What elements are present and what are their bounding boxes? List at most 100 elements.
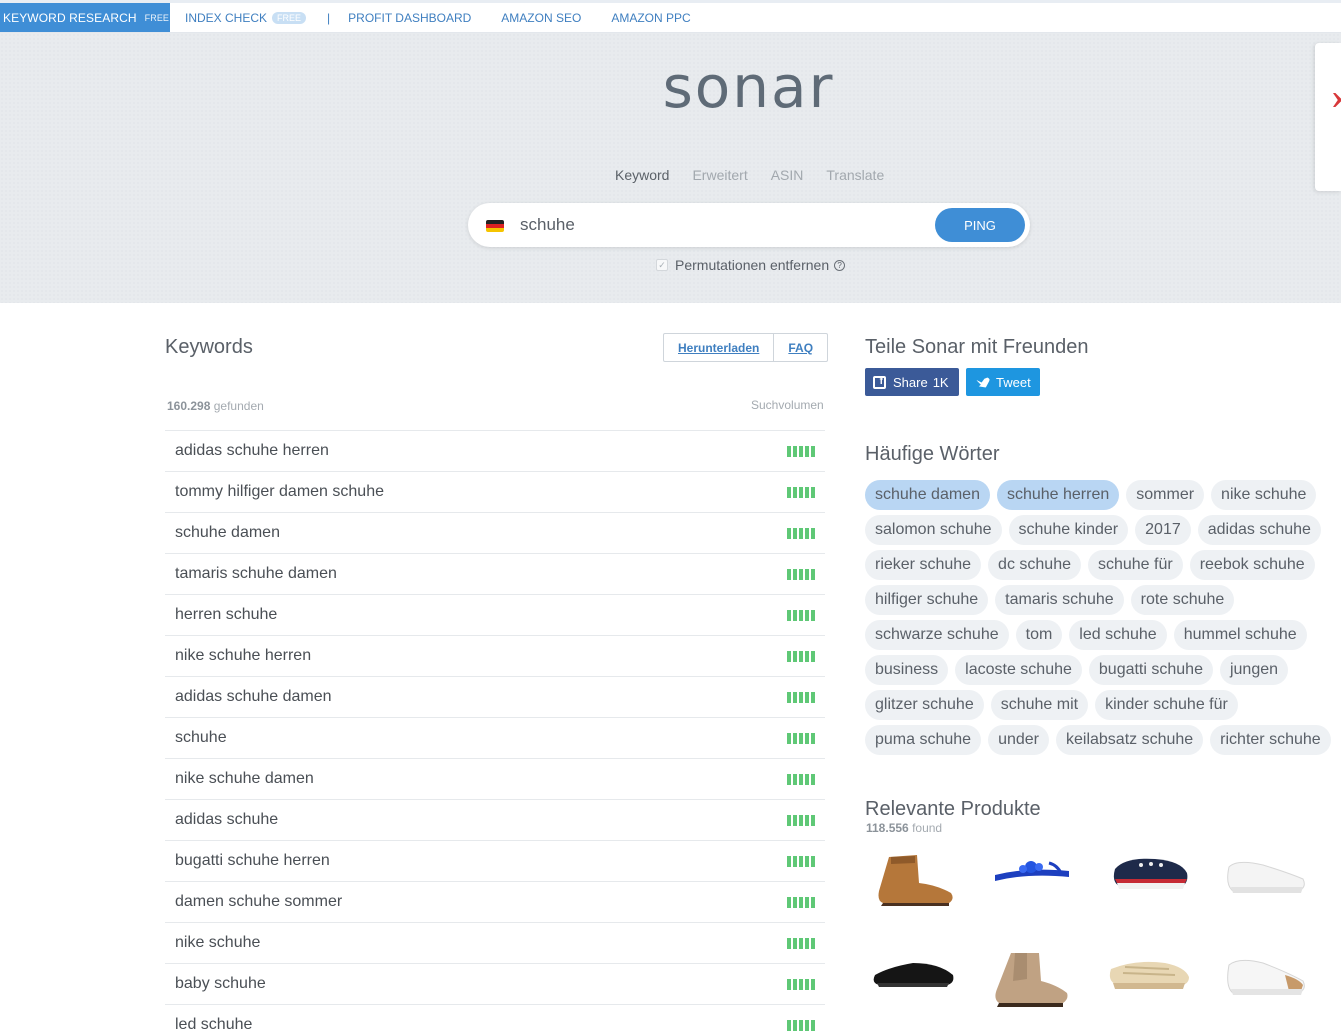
keyword-row[interactable]: nike schuhe — [165, 922, 825, 963]
word-chip[interactable]: hilfiger schuhe — [865, 585, 989, 615]
word-chip[interactable]: sommer — [1126, 480, 1205, 510]
keyword-row[interactable]: schuhe damen — [165, 512, 825, 553]
word-chip[interactable]: schuhe für — [1087, 550, 1183, 580]
facebook-icon: f — [873, 375, 886, 389]
nav-index-check-label: INDEX CHECK — [185, 10, 268, 25]
keyword-row[interactable]: adidas schuhe damen — [165, 676, 825, 717]
facebook-share-button[interactable]: f Share 1K — [865, 368, 959, 396]
keyword-row[interactable]: bugatti schuhe herren — [165, 840, 825, 881]
permutations-label: Permutationen entfernen — [675, 257, 830, 273]
word-chip[interactable]: bugatti schuhe — [1088, 655, 1213, 685]
ping-button[interactable]: PING — [935, 208, 1025, 242]
word-chip[interactable]: reebok schuhe — [1189, 550, 1315, 580]
tweet-button[interactable]: Tweet — [966, 368, 1040, 396]
tab-keyword[interactable]: Keyword — [615, 167, 669, 183]
keyword-row[interactable]: tommy hilfiger damen schuhe — [165, 471, 825, 512]
volume-bars — [787, 568, 815, 580]
nav-amazon-ppc[interactable]: AMAZON PPC — [611, 11, 690, 25]
word-chip[interactable]: under — [988, 725, 1049, 755]
facebook-share-label: Share — [893, 374, 928, 390]
volume-bars — [787, 650, 815, 662]
frequent-words-list: schuhe damen schuhe herren sommer nike schu… — [865, 480, 1335, 755]
word-chip[interactable]: kinder schuhe für — [1095, 690, 1238, 720]
volume-bars — [787, 1019, 815, 1031]
keyword-row[interactable]: baby schuhe — [165, 963, 825, 1004]
word-chip[interactable]: rieker schuhe — [865, 550, 982, 580]
download-button[interactable]: Herunterladen — [664, 334, 775, 361]
keyword-text: tommy hilfiger damen schuhe — [175, 483, 384, 500]
faq-button[interactable]: FAQ — [774, 334, 827, 361]
keyword-row[interactable]: nike schuhe herren — [165, 635, 825, 676]
volume-bars — [787, 732, 815, 744]
product-image-beige-boot[interactable] — [987, 945, 1077, 1015]
word-chip[interactable]: tamaris schuhe — [995, 585, 1124, 615]
volume-bars — [787, 937, 815, 949]
word-chip[interactable]: salomon schuhe — [865, 515, 1002, 545]
word-chip[interactable]: schuhe herren — [996, 480, 1120, 510]
search-bar: PING — [468, 203, 1030, 247]
product-image-brown-boot[interactable] — [869, 845, 959, 915]
free-tag: FREE — [144, 12, 170, 23]
word-chip[interactable]: 2017 — [1135, 515, 1191, 545]
product-image-blue-sandal[interactable] — [987, 845, 1077, 915]
keyword-row[interactable]: adidas schuhe herren — [165, 430, 825, 471]
keyword-row[interactable]: led schuhe — [165, 1004, 825, 1031]
tab-asin[interactable]: ASIN — [771, 167, 804, 183]
keyword-text: bugatti schuhe herren — [175, 852, 330, 869]
products-found: 118.556 found — [866, 821, 942, 835]
keyword-row[interactable]: nike schuhe damen — [165, 758, 825, 799]
word-chip[interactable]: schuhe damen — [865, 480, 990, 510]
permutations-checkbox[interactable]: ✓ — [656, 259, 668, 271]
tab-erweitert[interactable]: Erweitert — [692, 167, 747, 183]
share-title: Teile Sonar mit Freunden — [865, 336, 1089, 358]
keyword-text: baby schuhe — [175, 975, 266, 992]
word-chip[interactable]: dc schuhe — [988, 550, 1081, 580]
tab-translate[interactable]: Translate — [826, 167, 884, 183]
word-chip[interactable]: lacoste schuhe — [955, 655, 1082, 685]
word-chip[interactable]: nike schuhe — [1211, 480, 1317, 510]
search-input[interactable] — [520, 213, 920, 237]
word-chip[interactable]: schuhe kinder — [1008, 515, 1129, 545]
germany-flag-icon[interactable] — [486, 220, 504, 232]
word-chip[interactable]: tom — [1015, 620, 1063, 650]
word-chip[interactable]: puma schuhe — [865, 725, 982, 755]
keywords-found-count: 160.298 — [167, 399, 211, 413]
word-chip[interactable]: richter schuhe — [1210, 725, 1331, 755]
product-image-espadrille[interactable] — [1105, 945, 1195, 1015]
keyword-row[interactable]: adidas schuhe — [165, 799, 825, 840]
nav-keyword-research[interactable]: KEYWORD RESEARCH FREE — [0, 3, 170, 32]
keyword-text: adidas schuhe herren — [175, 442, 329, 459]
product-image-black-oxford[interactable] — [869, 945, 959, 1015]
keyword-text: schuhe — [175, 729, 227, 746]
word-chip[interactable]: keilabsatz schuhe — [1055, 725, 1204, 755]
word-chip[interactable]: rote schuhe — [1130, 585, 1235, 615]
keyword-row[interactable]: schuhe — [165, 717, 825, 758]
product-image-white-sneaker-metallic[interactable] — [1223, 945, 1313, 1015]
keyword-text: herren schuhe — [175, 606, 278, 623]
word-chip[interactable]: led schuhe — [1069, 620, 1167, 650]
product-image-navy-clog[interactable] — [1105, 845, 1195, 915]
nav-amazon-seo[interactable]: AMAZON SEO — [501, 11, 581, 25]
word-chip[interactable]: adidas schuhe — [1197, 515, 1321, 545]
keyword-row[interactable]: damen schuhe sommer — [165, 881, 825, 922]
word-chip[interactable]: schwarze schuhe — [865, 620, 1009, 650]
word-chip[interactable]: glitzer schuhe — [865, 690, 984, 720]
word-chip[interactable]: jungen — [1219, 655, 1289, 685]
product-image-white-sneaker[interactable] — [1223, 845, 1313, 915]
nav-separator: | — [327, 10, 331, 25]
nav-profit-dashboard[interactable]: PROFIT DASHBOARD — [348, 11, 471, 25]
tweet-label: Tweet — [996, 374, 1031, 390]
word-chip[interactable]: schuhe mit — [990, 690, 1089, 720]
hero-section: sonar Keyword Erweitert ASIN Translate P… — [0, 33, 1341, 303]
volume-bars — [787, 691, 815, 703]
sonar-logo: sonar — [662, 53, 835, 121]
nav-index-check[interactable]: INDEX CHECK FREE — [185, 10, 307, 25]
word-chip[interactable]: business — [865, 655, 949, 685]
keyword-row[interactable]: tamaris schuhe damen — [165, 553, 825, 594]
word-chip[interactable]: hummel schuhe — [1173, 620, 1307, 650]
side-panel-tab[interactable] — [1315, 43, 1341, 191]
keyword-text: damen schuhe sommer — [175, 893, 343, 910]
keyword-text: tamaris schuhe damen — [175, 565, 337, 582]
help-icon[interactable]: ? — [834, 259, 846, 271]
keyword-row[interactable]: herren schuhe — [165, 594, 825, 635]
